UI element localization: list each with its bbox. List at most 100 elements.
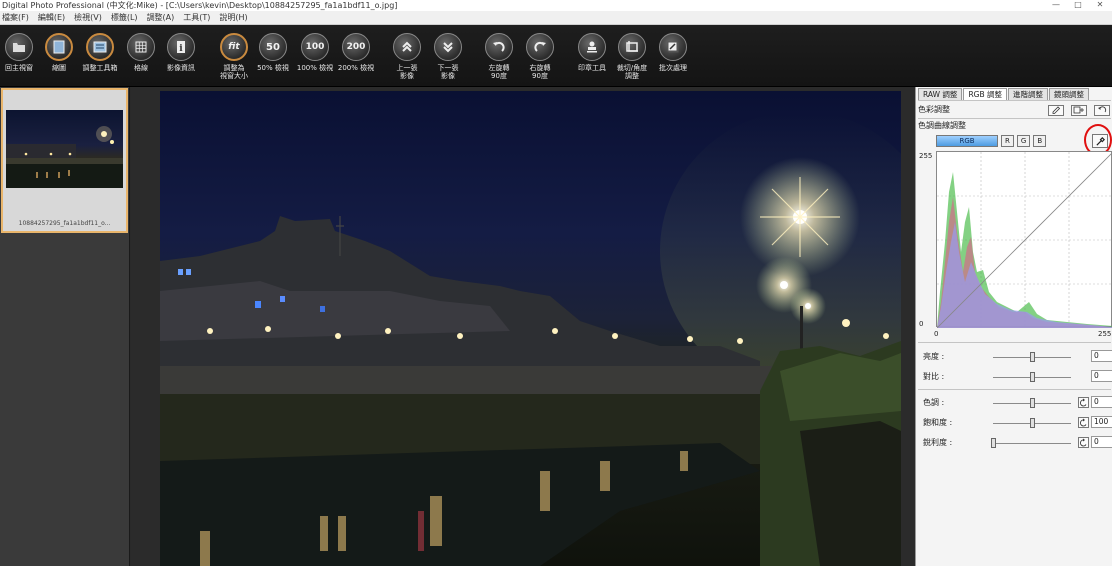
brightness-thumb[interactable] [1029, 352, 1035, 362]
thumbnail-card[interactable]: 10884257295_fa1a1bdf11_o... [1, 88, 128, 233]
menu-bar: 檔案(F) 編輯(E) 檢視(V) 標籤(L) 調整(A) 工具(T) 說明(H… [0, 11, 1112, 25]
maximize-button[interactable]: □ [1072, 0, 1084, 9]
brightness-label: 亮度 : [923, 352, 945, 361]
svg-text:i: i [179, 44, 183, 54]
menu-help[interactable]: 說明(H) [219, 12, 247, 23]
stamp-icon [578, 33, 606, 61]
edit-button[interactable] [1048, 105, 1064, 116]
saturation-reset-button[interactable] [1078, 417, 1089, 428]
toolbox-button[interactable]: 調整工具箱 [78, 33, 122, 72]
zoom-200-button[interactable]: 200 200% 檢視 [334, 33, 378, 72]
contrast-value[interactable]: 0 [1091, 370, 1112, 382]
saturation-value[interactable]: 100 [1091, 416, 1112, 428]
channel-g-button[interactable]: G [1016, 135, 1031, 147]
hue-slider-row: 色調 : 0 [916, 396, 1112, 410]
main-window-button[interactable]: 回主視窗 [0, 33, 41, 72]
thumbnail-button[interactable]: 縮圖 [37, 33, 81, 72]
undo-button[interactable] [1094, 105, 1110, 116]
tab-advanced[interactable]: 進階調整 [1008, 88, 1048, 100]
grid-button[interactable]: 格線 [119, 33, 163, 72]
menu-view[interactable]: 檢視(V) [74, 12, 102, 23]
tone-curve-graph[interactable] [936, 151, 1112, 329]
adjust-tabs: RAW 調整 RGB 調整 進階調整 鏡頭調整 [918, 88, 1090, 100]
contrast-label: 對比 : [923, 372, 945, 381]
brightness-slider-row: 亮度 : 0 [916, 350, 1112, 364]
tab-raw[interactable]: RAW 調整 [918, 88, 963, 100]
batch-process-button[interactable]: 批次處理 [651, 33, 695, 72]
brightness-value[interactable]: 0 [1091, 350, 1112, 362]
channel-selector: RGB R G B [936, 135, 1047, 147]
zoom-200-icon: 200 [342, 33, 370, 61]
curve-y-max-label: 255 [919, 152, 933, 160]
sharpness-value[interactable]: 0 [1091, 436, 1112, 448]
next-image-button[interactable]: 下一張 影像 [426, 33, 470, 80]
reset-icon [1079, 438, 1087, 447]
thumbnail-icon [45, 33, 73, 61]
rotate-left-icon [485, 33, 513, 61]
tab-lens[interactable]: 鏡頭調整 [1049, 88, 1089, 100]
menu-label[interactable]: 標籤(L) [111, 12, 138, 23]
window-title: Digital Photo Professional (中文化:Mike) - … [2, 1, 398, 10]
add-icon [1073, 106, 1084, 114]
close-button[interactable]: ✕ [1094, 0, 1106, 9]
sharpness-reset-button[interactable] [1078, 437, 1089, 448]
sharpness-label: 銳利度 : [923, 438, 953, 447]
menu-edit[interactable]: 編輯(E) [38, 12, 65, 23]
toolbar: 回主視窗 縮圖 調整工具箱 格線 i 影像資訊 fit 調整為 視窗大小 50 … [0, 25, 1112, 87]
fit-icon: fit [220, 33, 248, 61]
image-info-button[interactable]: i 影像資訊 [159, 33, 203, 72]
stamp-tool-button[interactable]: 印章工具 [570, 33, 614, 72]
contrast-thumb[interactable] [1029, 372, 1035, 382]
batch-icon [659, 33, 687, 61]
zoom-100-icon: 100 [301, 33, 329, 61]
channel-b-button[interactable]: B [1033, 135, 1047, 147]
minimize-button[interactable]: — [1050, 0, 1062, 9]
thumbnail-image [6, 110, 123, 188]
adjustment-panel: RAW 調整 RGB 調整 進階調整 鏡頭調整 色彩調整 色調曲線調整 RGB … [915, 87, 1112, 566]
saturation-label: 飽和度 : [923, 418, 953, 427]
reset-icon [1079, 398, 1087, 407]
rotate-left-button[interactable]: 左旋轉 90度 [477, 33, 521, 80]
reset-icon [1079, 418, 1087, 427]
add-preset-button[interactable] [1071, 105, 1087, 116]
edit-icon [1052, 106, 1061, 114]
curve-x-max-label: 255 [1098, 330, 1112, 338]
thumbnail-filename: 10884257295_fa1a1bdf11_o... [18, 220, 111, 227]
menu-adjust[interactable]: 調整(A) [147, 12, 175, 23]
zoom-50-button[interactable]: 50 50% 檢視 [251, 33, 295, 72]
eyedropper-icon [1095, 136, 1105, 146]
zoom-50-icon: 50 [259, 33, 287, 61]
sharpness-thumb[interactable] [990, 438, 996, 448]
sharpness-track[interactable] [993, 443, 1071, 444]
zoom-100-button[interactable]: 100 100% 檢視 [293, 33, 337, 72]
rotate-right-icon [526, 33, 554, 61]
thumbnail-panel: 10884257295_fa1a1bdf11_o... [0, 87, 130, 566]
divider [918, 389, 1111, 390]
channel-rgb-button[interactable]: RGB [936, 135, 998, 147]
folder-icon [5, 33, 33, 61]
crop-angle-button[interactable]: 裁切/角度 調整 [610, 33, 654, 80]
hue-thumb[interactable] [1029, 398, 1035, 408]
grid-icon [127, 33, 155, 61]
curve-y-min-label: 0 [919, 320, 924, 328]
undo-icon [1098, 106, 1107, 113]
saturation-thumb[interactable] [1029, 418, 1035, 428]
image-viewer[interactable] [131, 87, 915, 566]
crop-icon [618, 33, 646, 61]
tab-rgb[interactable]: RGB 調整 [963, 88, 1007, 100]
color-adjust-title: 色彩調整 [918, 105, 950, 114]
menu-tools[interactable]: 工具(T) [183, 12, 210, 23]
rotate-right-button[interactable]: 右旋轉 90度 [518, 33, 562, 80]
channel-r-button[interactable]: R [1001, 135, 1014, 147]
hue-value[interactable]: 0 [1091, 396, 1112, 408]
saturation-slider-row: 飽和度 : 100 [916, 416, 1112, 430]
contrast-slider-row: 對比 : 0 [916, 370, 1112, 384]
eyedropper-button[interactable] [1092, 134, 1108, 148]
menu-file[interactable]: 檔案(F) [2, 12, 29, 23]
divider [918, 118, 1111, 119]
next-image-icon [434, 33, 462, 61]
fit-window-button[interactable]: fit 調整為 視窗大小 [212, 33, 256, 80]
hue-reset-button[interactable] [1078, 397, 1089, 408]
divider [918, 100, 1111, 101]
prev-image-button[interactable]: 上一張 影像 [385, 33, 429, 80]
